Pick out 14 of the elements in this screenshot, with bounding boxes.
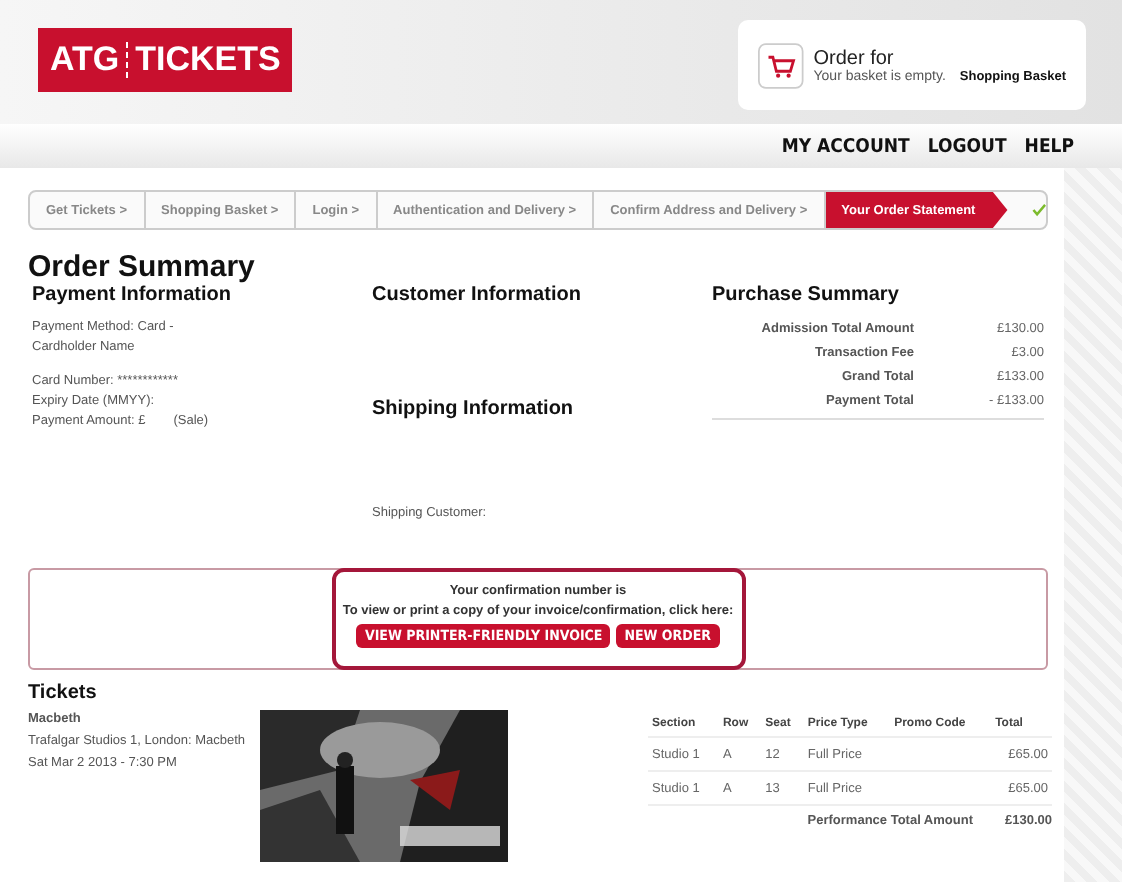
nav-link[interactable]: MY ACCOUNT [781, 135, 910, 157]
logo-text: TICKETS [135, 40, 281, 80]
section-heading: Shipping Information [372, 398, 576, 420]
cart-icon[interactable] [758, 39, 804, 91]
logo-text: ATG [50, 40, 120, 80]
section-heading: Payment Information [32, 284, 233, 306]
section-heading: Customer Information [372, 284, 583, 306]
nav-link[interactable]: LOGOUT [927, 135, 1007, 157]
basket-title: Order for [813, 47, 896, 69]
page-title: Order Summary [28, 250, 257, 284]
nav-link[interactable]: HELP [1024, 135, 1074, 157]
section-heading: Tickets [28, 682, 99, 704]
logo[interactable]: ATG TICKETS [38, 28, 293, 92]
section-heading: Purchase Summary [712, 284, 901, 306]
